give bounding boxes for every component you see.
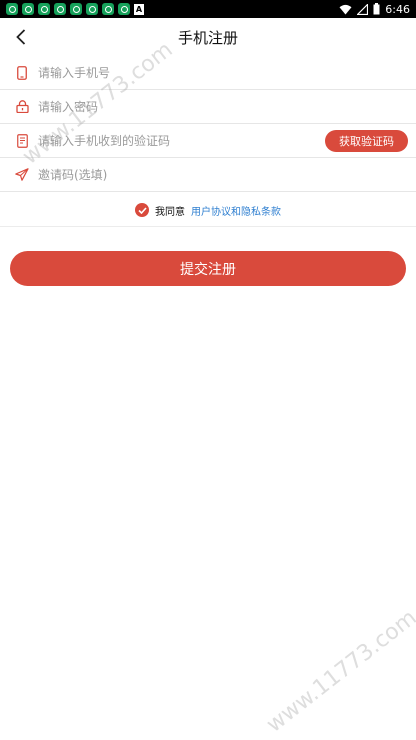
get-code-button[interactable]: 获取验证码 <box>325 130 408 152</box>
submit-button[interactable]: 提交注册 <box>10 251 406 286</box>
terms-link[interactable]: 用户协议和隐私条款 <box>191 203 281 218</box>
agree-checkbox[interactable] <box>135 203 149 217</box>
notification-icons: A <box>6 3 144 15</box>
wifi-icon <box>339 4 352 14</box>
app-notification-icon <box>6 3 18 15</box>
app-notification-icon <box>86 3 98 15</box>
paper-plane-icon <box>14 167 30 183</box>
lock-icon <box>14 99 30 115</box>
battery-icon <box>373 3 380 15</box>
watermark: www.11773.com <box>262 605 416 738</box>
checkmark-icon <box>137 206 147 214</box>
agree-label: 我同意 <box>155 206 185 218</box>
phone-icon <box>14 65 30 81</box>
app-notification-icon <box>54 3 66 15</box>
agreement-row: 我同意 用户协议和隐私条款 <box>0 198 416 222</box>
divider <box>0 226 416 227</box>
back-button[interactable] <box>6 22 36 52</box>
app-notification-icon <box>102 3 114 15</box>
sms-code-input[interactable] <box>38 133 308 148</box>
app-notification-icon <box>22 3 34 15</box>
phone-row <box>0 56 416 90</box>
invite-code-input[interactable] <box>38 167 308 182</box>
app-notification-icon <box>70 3 82 15</box>
title-bar: 手机注册 <box>0 18 416 56</box>
invite-code-row <box>0 158 416 192</box>
status-bar: A 6:46 <box>0 0 416 18</box>
accessibility-badge-icon: A <box>134 3 144 15</box>
back-arrow-icon <box>16 29 26 45</box>
signal-icon <box>357 3 369 15</box>
page-title: 手机注册 <box>177 28 238 47</box>
app-notification-icon <box>38 3 50 15</box>
app-notification-icon <box>118 3 130 15</box>
phone-input[interactable] <box>38 65 308 80</box>
clock: 6:46 <box>385 2 410 16</box>
